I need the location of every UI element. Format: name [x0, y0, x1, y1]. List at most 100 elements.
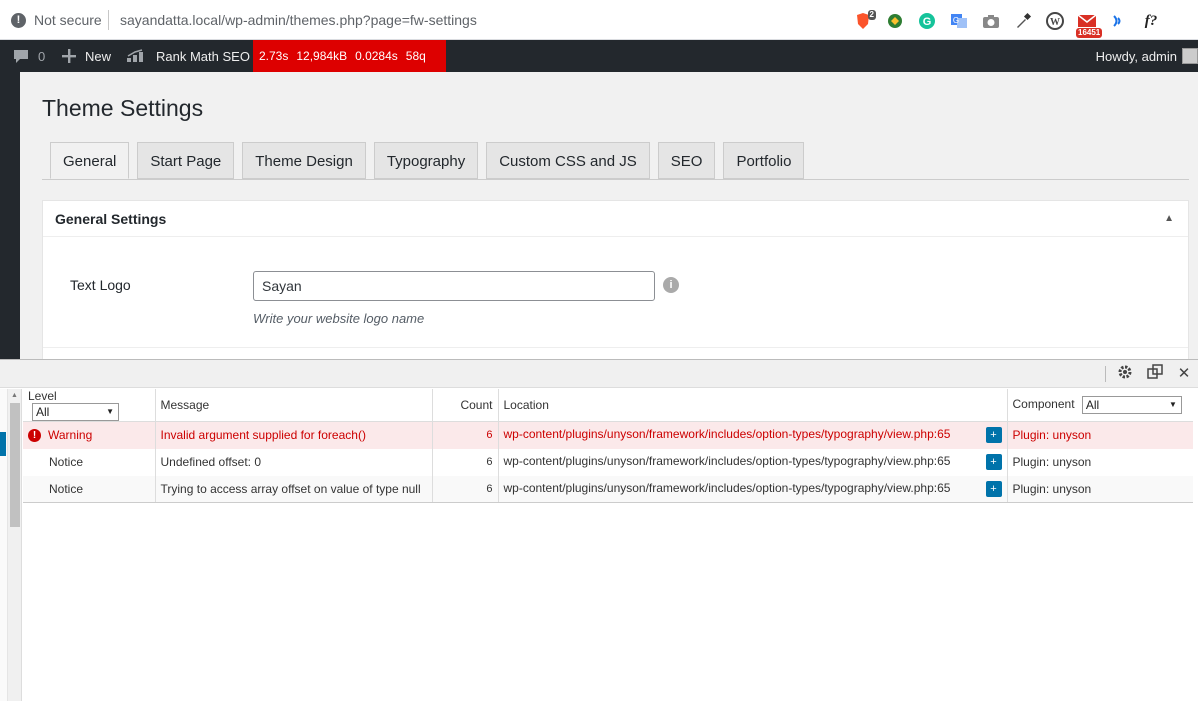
- collapse-toggle-icon[interactable]: ▲: [1164, 201, 1174, 237]
- qm-db-time: 0.0284s: [355, 49, 398, 63]
- tabs-divider: [42, 179, 1189, 180]
- warning-icon: !: [28, 429, 41, 443]
- scrollbar[interactable]: ▲: [8, 389, 22, 701]
- table-row: ! Warning Invalid argument supplied for f…: [23, 421, 1193, 449]
- level-filter-select[interactable]: All: [32, 403, 119, 421]
- security-label[interactable]: Not secure: [34, 12, 102, 28]
- scrollbar-thumb[interactable]: [10, 403, 20, 527]
- message-header: Message: [155, 389, 433, 422]
- extensions-bar: 2 G G W 16451 f?: [852, 9, 1172, 38]
- url-field[interactable]: sayandatta.local/wp-admin/themes.php?pag…: [120, 12, 477, 28]
- google-translate-icon[interactable]: G: [948, 10, 970, 32]
- wordpress-icon[interactable]: W: [1044, 10, 1066, 32]
- tab-typography[interactable]: Typography: [373, 142, 479, 179]
- font-icon-label: f?: [1144, 12, 1158, 29]
- tab-start-page[interactable]: Start Page: [137, 142, 235, 179]
- help-icon[interactable]: i: [663, 277, 679, 293]
- component-header: Component All: [1007, 389, 1193, 422]
- text-logo-description: Write your website logo name: [253, 311, 425, 326]
- general-settings-box: General Settings ▲ Text Logo Sayan i Wri…: [42, 200, 1189, 370]
- component-cell: Plugin: unyson: [1007, 421, 1193, 449]
- location-cell: wp-content/plugins/unyson/framework/incl…: [498, 448, 1008, 476]
- rankmath-icon: [127, 49, 143, 62]
- location-cell: wp-content/plugins/unyson/framework/incl…: [498, 421, 1008, 449]
- rankmath-label: Rank Math SEO: [156, 48, 250, 64]
- brave-badge: 2: [867, 10, 876, 20]
- level-column-label: Level: [28, 389, 57, 403]
- table-row: Notice Trying to access array offset on …: [23, 475, 1193, 503]
- component-cell: Plugin: unyson: [1007, 475, 1193, 503]
- toolbar-divider: [1105, 366, 1106, 382]
- tab-general[interactable]: General: [50, 142, 130, 179]
- count-cell: 6: [432, 475, 499, 503]
- query-monitor-menu[interactable]: 2.73s 12,984kB 0.0284s 58q: [253, 40, 446, 72]
- pop-out-icon[interactable]: [1145, 364, 1165, 384]
- idm-icon[interactable]: [884, 10, 906, 32]
- query-monitor-panel: ✕ ▲ Level All Message Count Location Com…: [0, 359, 1198, 701]
- close-icon[interactable]: ✕: [1174, 364, 1194, 384]
- comments-count: 0: [38, 48, 46, 64]
- tab-portfolio[interactable]: Portfolio: [723, 142, 805, 179]
- gear-icon[interactable]: [1115, 364, 1135, 384]
- new-label: New: [85, 48, 112, 64]
- tab-theme-design[interactable]: Theme Design: [242, 142, 366, 179]
- location-link[interactable]: wp-content/plugins/unyson/framework/incl…: [504, 454, 951, 468]
- page-title: Theme Settings: [42, 95, 204, 121]
- wifi-icon[interactable]: [1108, 10, 1130, 32]
- count-cell: 6: [432, 421, 499, 449]
- tab-seo[interactable]: SEO: [657, 142, 716, 179]
- expand-button[interactable]: +: [985, 480, 1002, 497]
- mail-badge: 16451: [1076, 28, 1103, 38]
- svg-text:W: W: [1050, 17, 1060, 28]
- option-divider: [43, 347, 1188, 348]
- level-cell: ! Warning: [23, 421, 156, 449]
- admin-menu-collapsed: [0, 72, 20, 360]
- scroll-up-icon[interactable]: ▲: [11, 392, 18, 399]
- message-cell: Trying to access array offset on value o…: [155, 475, 433, 503]
- url-divider: [108, 10, 109, 30]
- qm-queries: 58q: [405, 49, 426, 63]
- comment-icon: [14, 50, 28, 63]
- component-filter-select[interactable]: All: [1081, 396, 1182, 414]
- message-cell: Invalid argument supplied for foreach(): [155, 421, 433, 449]
- svg-text:G: G: [923, 16, 932, 28]
- qm-toolbar: ✕: [0, 360, 1198, 388]
- level-header: Level All: [23, 389, 156, 422]
- box-title: General Settings: [55, 211, 167, 227]
- level-cell: Notice: [23, 475, 156, 503]
- level-text: Warning: [48, 428, 93, 443]
- wp-admin-bar: 0 New Rank Math SEO 2.73s 12,984kB 0.028…: [0, 40, 1198, 72]
- count-header: Count: [432, 389, 499, 422]
- qm-time: 2.73s: [259, 49, 289, 63]
- account-menu[interactable]: Howdy, admin: [1096, 40, 1177, 72]
- font-icon[interactable]: f?: [1140, 10, 1162, 32]
- component-column-label: Component: [1012, 397, 1075, 412]
- location-link[interactable]: wp-content/plugins/unyson/framework/incl…: [504, 481, 951, 495]
- box-header[interactable]: General Settings ▲: [43, 201, 1188, 237]
- text-logo-input[interactable]: Sayan: [253, 271, 655, 301]
- comments-menu[interactable]: 0: [13, 40, 45, 72]
- location-cell: wp-content/plugins/unyson/framework/incl…: [498, 475, 1008, 503]
- table-row: Notice Undefined offset: 0 6 wp-content/…: [23, 448, 1193, 476]
- tab-custom-css-js[interactable]: Custom CSS and JS: [486, 142, 650, 179]
- brave-shield-icon[interactable]: 2: [852, 10, 876, 32]
- location-header: Location: [498, 389, 1008, 422]
- message-cell: Undefined offset: 0: [155, 448, 433, 476]
- mail-icon[interactable]: 16451: [1076, 10, 1103, 38]
- expand-button[interactable]: +: [985, 454, 1002, 470]
- rankmath-menu[interactable]: Rank Math SEO: [126, 40, 250, 72]
- location-link[interactable]: wp-content/plugins/unyson/framework/incl…: [504, 427, 951, 441]
- info-icon[interactable]: !: [11, 13, 26, 28]
- camera-icon[interactable]: [980, 10, 1002, 32]
- component-cell: Plugin: unyson: [1012, 455, 1092, 469]
- eyedropper-icon[interactable]: [1012, 10, 1034, 32]
- browser-address-bar: ! Not secure sayandatta.local/wp-admin/t…: [0, 0, 1198, 40]
- avatar[interactable]: [1182, 48, 1198, 64]
- new-content-menu[interactable]: New: [62, 40, 111, 72]
- php-errors-table: Level All Message Count Location Compone…: [23, 389, 1193, 503]
- grammarly-icon[interactable]: G: [916, 10, 938, 32]
- qm-memory: 12,984kB: [296, 49, 348, 63]
- svg-text:G: G: [953, 16, 959, 25]
- expand-button[interactable]: +: [985, 427, 1002, 444]
- level-cell: Notice: [23, 448, 156, 476]
